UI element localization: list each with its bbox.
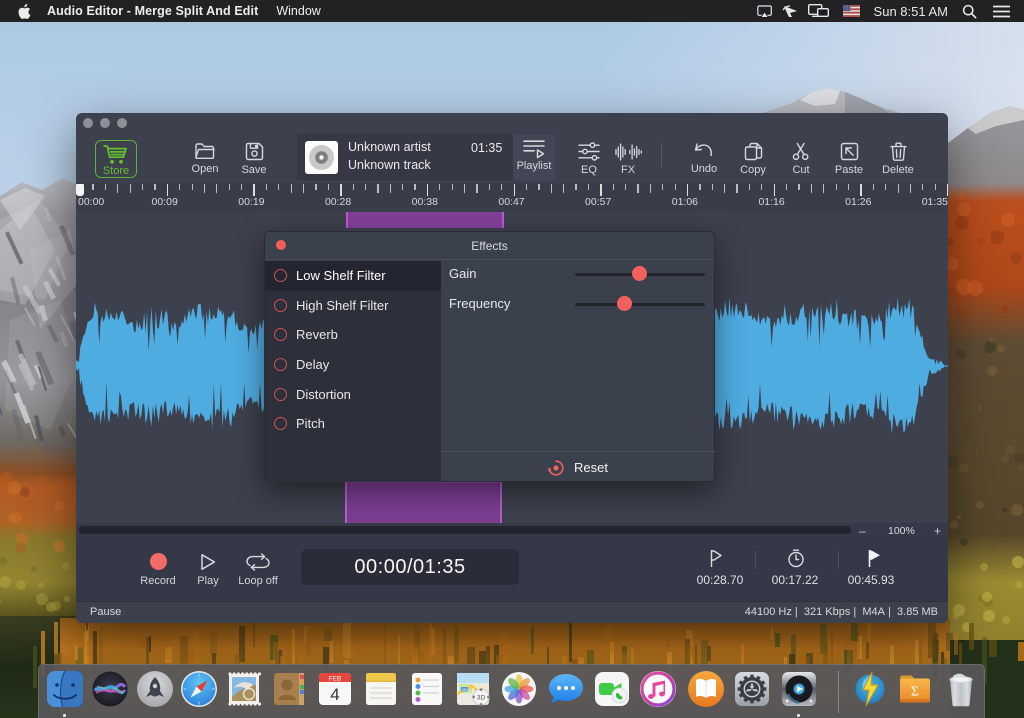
svg-text:280: 280	[462, 688, 468, 692]
svg-text:Σ: Σ	[911, 685, 919, 700]
svg-text:FEB: FEB	[329, 676, 342, 683]
svg-text:3D: 3D	[477, 695, 486, 702]
svg-text:4: 4	[330, 685, 339, 704]
